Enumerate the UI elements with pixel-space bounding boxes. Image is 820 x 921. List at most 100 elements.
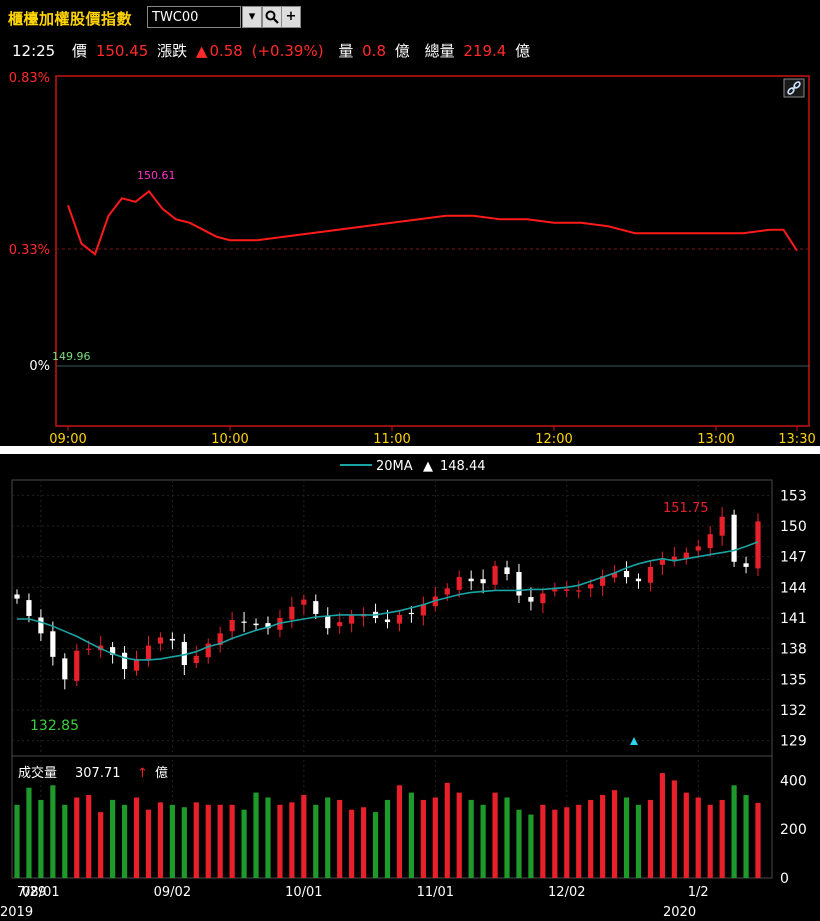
candle-body xyxy=(540,593,546,604)
volume-bar xyxy=(26,787,32,878)
volume-bar xyxy=(432,797,438,878)
intraday-price-line xyxy=(67,189,798,256)
candle-body xyxy=(468,578,474,582)
candle-body xyxy=(62,658,68,680)
volume-value: 0.8 xyxy=(362,42,386,60)
price-y-axis: 153 150 147 144 141 138 135 132 129 xyxy=(780,488,807,749)
volume-bar xyxy=(480,804,486,878)
price-tick-label: 138 xyxy=(780,642,807,658)
volume-bar xyxy=(110,799,116,878)
volume-bar xyxy=(659,773,665,878)
volume-bar xyxy=(408,792,415,878)
year-label-2020: 2020 xyxy=(663,905,696,920)
volume-bar xyxy=(265,797,271,878)
candle-body xyxy=(253,623,259,626)
volume-bar xyxy=(671,780,677,878)
daily-x-tick-label: 1/2 xyxy=(688,885,709,900)
volume-bar xyxy=(337,799,343,878)
candle-body xyxy=(145,645,152,661)
volume-bar xyxy=(289,802,295,878)
plus-icon: + xyxy=(285,9,297,24)
volume-value: 307.71 xyxy=(75,766,121,781)
candle-body xyxy=(576,590,582,592)
index-title: 櫃檯加權股價指數 xyxy=(8,10,133,28)
volume-bar xyxy=(277,804,283,878)
volume-bar xyxy=(420,799,426,878)
search-button[interactable] xyxy=(262,6,282,28)
volume-arrow: ↑ xyxy=(137,766,148,781)
volume-bar xyxy=(372,812,379,878)
candle-body xyxy=(504,567,510,575)
volume-tick-label: 0 xyxy=(780,871,789,887)
volume-bar xyxy=(719,799,725,878)
candle-body xyxy=(396,614,403,624)
volume-bar xyxy=(169,804,175,878)
volume-label: 量 xyxy=(338,42,354,60)
price-tick-label: 141 xyxy=(780,611,807,627)
volume-bar xyxy=(396,785,403,878)
candle-body xyxy=(755,521,761,569)
volume-bar xyxy=(576,804,582,878)
intraday-high-label: 150.61 xyxy=(137,169,176,182)
volume-tick-label: 200 xyxy=(780,822,807,838)
volume-tick-label: 400 xyxy=(780,773,807,789)
volume-bar xyxy=(62,804,68,878)
volume-bar xyxy=(14,804,20,878)
volume-bar xyxy=(743,795,749,878)
candle-body xyxy=(157,637,164,644)
candle-body xyxy=(420,604,426,616)
candle-body xyxy=(408,612,415,615)
candle-body xyxy=(337,622,343,627)
candle-body xyxy=(74,650,80,681)
volume-bar xyxy=(504,797,510,878)
total-volume-label: 總量 xyxy=(424,42,455,60)
panel-divider xyxy=(0,446,820,454)
volume-bar xyxy=(564,807,570,878)
candle-body xyxy=(14,594,20,599)
volume-bar xyxy=(540,804,546,878)
candle-body xyxy=(659,559,665,565)
y-tick-zero: 0% xyxy=(29,359,50,374)
dropdown-button[interactable]: ▾ xyxy=(242,6,262,28)
intraday-plot-frame xyxy=(55,75,810,427)
volume-unit: 億 xyxy=(155,765,168,781)
ma20-line xyxy=(17,541,759,661)
volume-bar xyxy=(50,785,56,878)
link-button[interactable] xyxy=(783,78,805,98)
quote-header: 櫃檯加權股價指數 TWC00 ▾ + 12:25 價 150.45 漲跌 ▲ 0.… xyxy=(0,0,820,68)
candle-body xyxy=(695,546,701,551)
ma-legend-value: 148.44 xyxy=(440,459,486,474)
ma-legend-label: 20MA xyxy=(376,459,413,474)
volume-bar xyxy=(360,807,367,878)
candle-body xyxy=(516,572,522,596)
candle-body xyxy=(647,566,654,583)
candle-body xyxy=(743,563,749,567)
candle-body xyxy=(349,614,355,624)
volume-bar xyxy=(98,812,104,878)
candle-body xyxy=(26,600,32,616)
search-icon xyxy=(265,10,279,24)
price-value: 150.45 xyxy=(95,42,149,60)
volume-bar xyxy=(528,814,534,878)
volume-bar xyxy=(456,792,462,878)
price-tick-label: 153 xyxy=(780,488,807,504)
volume-bar xyxy=(301,795,307,878)
volume-bar xyxy=(611,790,618,878)
candle-body xyxy=(301,599,307,605)
candle-body xyxy=(444,588,450,595)
ma-legend-arrow: ▲ xyxy=(423,459,433,474)
volume-bar xyxy=(444,782,450,878)
reference-price-label: 149.96 xyxy=(52,350,91,363)
change-value: 0.58 xyxy=(209,42,243,60)
candle-body xyxy=(719,516,725,536)
price-tick-label: 150 xyxy=(780,519,807,535)
signal-triangle-icon xyxy=(630,737,638,745)
symbol-input[interactable]: TWC00 xyxy=(147,6,241,28)
volume-bar xyxy=(205,804,211,878)
volume-bar xyxy=(181,807,187,878)
add-button[interactable]: + xyxy=(281,6,301,28)
high-annotation: 151.75 xyxy=(663,501,709,516)
volume-bar xyxy=(552,809,558,878)
volume-bar xyxy=(384,799,391,878)
chevron-down-icon: ▾ xyxy=(248,9,256,24)
